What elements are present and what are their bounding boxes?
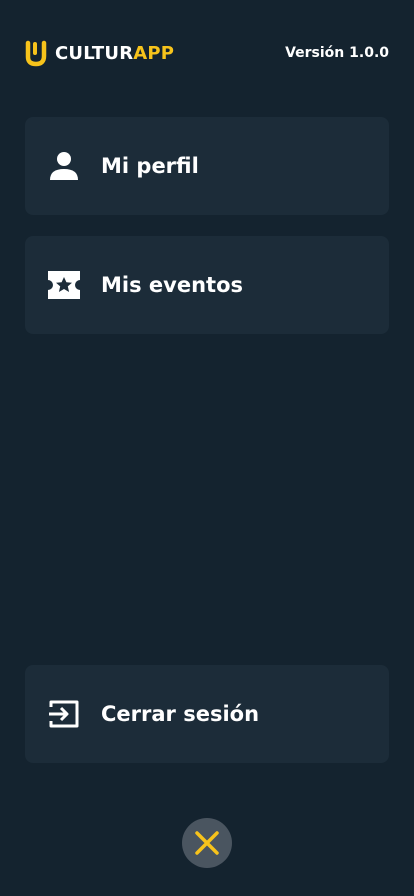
close-menu-button[interactable] [182, 818, 232, 868]
logout-icon [47, 697, 81, 731]
brand-name-part-a: CULTUR [55, 42, 134, 64]
ticket-star-icon [47, 268, 81, 302]
version-label: Versión 1.0.0 [285, 45, 389, 61]
menu-item-my-events[interactable]: Mis eventos [25, 236, 389, 334]
brand-name: CULTURAPP [55, 43, 174, 64]
header: CULTURAPP Versión 1.0.0 [25, 38, 389, 68]
logout-button[interactable]: Cerrar sesión [25, 665, 389, 763]
logout-label: Cerrar sesión [101, 702, 260, 726]
close-icon [195, 831, 219, 855]
menu-item-my-profile[interactable]: Mi perfil [25, 117, 389, 215]
culturapp-logo-icon [25, 40, 47, 67]
menu-item-label: Mis eventos [101, 273, 243, 297]
menu-item-label: Mi perfil [101, 154, 199, 178]
user-icon [47, 149, 81, 183]
side-menu-screen: CULTURAPP Versión 1.0.0 Mi perfil Mis ev… [0, 0, 414, 896]
brand-name-part-b: APP [133, 42, 175, 64]
brand: CULTURAPP [25, 39, 174, 67]
